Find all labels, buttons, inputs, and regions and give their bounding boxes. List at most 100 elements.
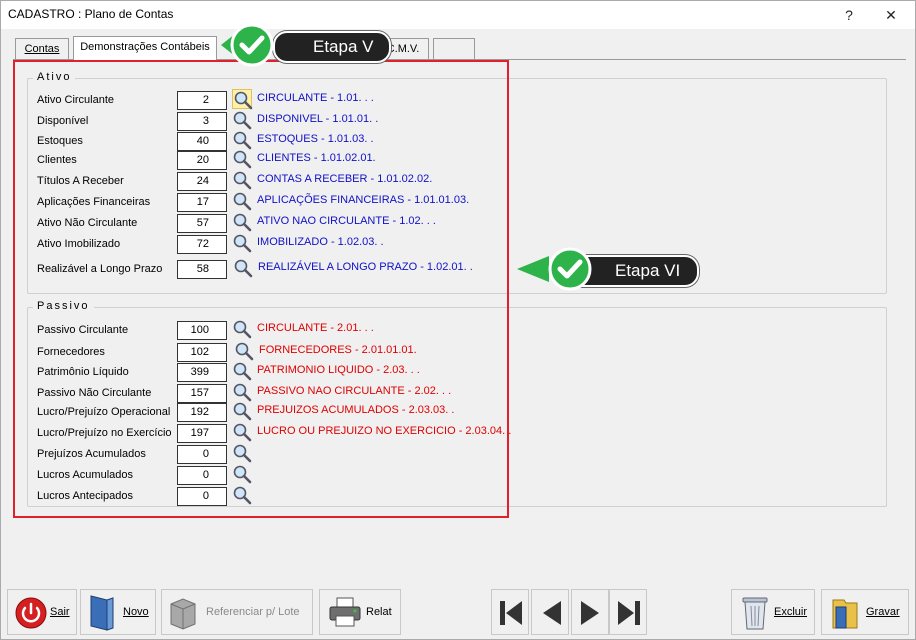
- passivo-account-description: FORNECEDORES - 2.01.01.01.: [259, 344, 417, 356]
- ativo-account-code-input[interactable]: 2: [177, 91, 227, 110]
- passivo-account-code-input[interactable]: 399: [177, 363, 227, 382]
- ativo-row-label: Ativo Imobilizado: [37, 238, 121, 250]
- tab-demonstracoes-contabeis[interactable]: Demonstrações Contábeis: [73, 36, 217, 60]
- ativo-row-label: Títulos A Receber: [37, 175, 124, 187]
- ativo-group-title: Ativo: [33, 71, 76, 83]
- ativo-account-description: APLICAÇÕES FINANCEIRAS - 1.01.01.03.: [257, 194, 470, 206]
- ativo-row-label: Realizável a Longo Prazo: [37, 263, 163, 275]
- passivo-row-label: Lucro/Prejuízo Operacional: [37, 406, 171, 418]
- skip-last-icon: [618, 601, 640, 625]
- help-button[interactable]: ?: [829, 3, 869, 27]
- passivo-account-code-input[interactable]: 157: [177, 384, 227, 403]
- passivo-account-description: CIRCULANTE - 2.01. . .: [257, 322, 374, 334]
- sair-label: Sair: [50, 606, 70, 618]
- passivo-account-code-input[interactable]: 0: [177, 445, 227, 464]
- gravar-button[interactable]: Gravar: [821, 589, 909, 635]
- check-badge-icon: [221, 23, 274, 67]
- search-icon[interactable]: [234, 341, 254, 361]
- ativo-account-description: CIRCULANTE - 1.01. . .: [257, 92, 374, 104]
- passivo-row-label: Passivo Não Circulante: [37, 387, 152, 399]
- ativo-account-description: CLIENTES - 1.01.02.01.: [257, 152, 376, 164]
- search-icon[interactable]: [232, 170, 252, 190]
- ativo-row-label: Ativo Circulante: [37, 94, 115, 106]
- excluir-label: Excluir: [774, 606, 808, 618]
- search-icon[interactable]: [232, 191, 252, 211]
- search-icon[interactable]: [232, 361, 252, 381]
- tab-cmv-label: C.M.V.: [386, 43, 420, 55]
- recycle-bin-icon: [742, 597, 768, 630]
- search-icon[interactable]: [232, 233, 252, 253]
- passivo-row-label: Lucro/Prejuízo no Exercício: [37, 427, 172, 439]
- skip-first-icon: [500, 601, 522, 625]
- search-icon[interactable]: [232, 382, 252, 402]
- search-icon[interactable]: [232, 443, 252, 463]
- first-record-button[interactable]: [491, 589, 529, 635]
- ativo-row-label: Disponível: [37, 115, 89, 127]
- passivo-account-code-input[interactable]: 100: [177, 321, 227, 340]
- search-icon[interactable]: [232, 485, 252, 505]
- search-icon[interactable]: [232, 422, 252, 442]
- relat-label: Relat: [366, 606, 392, 618]
- ativo-account-description: ATIVO NAO CIRCULANTE - 1.02. . .: [257, 215, 436, 227]
- ativo-account-description: DISPONIVEL - 1.01.01. .: [257, 113, 379, 125]
- search-icon[interactable]: [232, 319, 252, 339]
- passivo-row-label: Patrimônio Líquido: [37, 366, 129, 378]
- ativo-row-label: Clientes: [37, 154, 77, 166]
- gravar-label: Gravar: [866, 606, 900, 618]
- passivo-account-code-input[interactable]: 197: [177, 424, 227, 443]
- package-icon: [170, 598, 196, 630]
- search-icon[interactable]: [233, 258, 253, 278]
- excluir-button[interactable]: Excluir: [731, 589, 815, 635]
- sair-button[interactable]: Sair: [7, 589, 77, 635]
- ativo-account-code-input[interactable]: 17: [177, 193, 227, 212]
- passivo-row-label: Passivo Circulante: [37, 324, 129, 336]
- passivo-account-code-input[interactable]: 0: [177, 487, 227, 506]
- relat-button[interactable]: Relat: [319, 589, 401, 635]
- ativo-account-code-input[interactable]: 58: [177, 260, 227, 279]
- tab-contas[interactable]: Contas: [15, 38, 69, 60]
- printer-icon: [329, 597, 361, 627]
- previous-record-button[interactable]: [531, 589, 569, 635]
- ativo-account-code-input[interactable]: 57: [177, 214, 227, 233]
- ativo-account-code-input[interactable]: 20: [177, 151, 227, 170]
- search-icon[interactable]: [232, 149, 252, 169]
- etapa-vi-label: Etapa VI: [615, 261, 681, 280]
- ativo-account-code-input[interactable]: 24: [177, 172, 227, 191]
- passivo-row-label: Lucros Acumulados: [37, 469, 133, 481]
- search-icon[interactable]: [232, 464, 252, 484]
- passivo-account-code-input[interactable]: 0: [177, 466, 227, 485]
- passivo-account-code-input[interactable]: 102: [177, 343, 227, 362]
- novo-label: Novo: [123, 606, 149, 618]
- passivo-account-description: PREJUIZOS ACUMULADOS - 2.03.03. .: [257, 404, 455, 416]
- power-icon: [15, 597, 47, 629]
- passivo-account-description: LUCRO OU PREJUIZO NO EXERCICIO - 2.03.04…: [257, 425, 512, 437]
- tab-extra[interactable]: [433, 38, 475, 60]
- passivo-account-code-input[interactable]: 192: [177, 403, 227, 422]
- search-icon[interactable]: [232, 212, 252, 232]
- new-document-icon: [90, 595, 114, 631]
- ativo-row-label: Estoques: [37, 135, 83, 147]
- window-title: CADASTRO : Plano de Contas: [8, 7, 174, 21]
- check-badge-icon: [517, 247, 592, 291]
- ativo-account-code-input[interactable]: 40: [177, 132, 227, 151]
- referenciar-lote-button[interactable]: Referenciar p/ Lote: [161, 589, 313, 635]
- next-icon: [581, 601, 599, 625]
- tab-contas-label: Contas: [24, 43, 60, 55]
- search-icon[interactable]: [232, 89, 253, 110]
- search-icon[interactable]: [232, 401, 252, 421]
- ativo-account-code-input[interactable]: 3: [177, 112, 227, 131]
- ativo-account-code-input[interactable]: 72: [177, 235, 227, 254]
- passivo-account-description: PASSIVO NAO CIRCULANTE - 2.02. . .: [257, 385, 452, 397]
- ativo-account-description: CONTAS A RECEBER - 1.01.02.02.: [257, 173, 433, 185]
- title-bar: CADASTRO : Plano de Contas ? ✕: [1, 1, 915, 29]
- search-icon[interactable]: [232, 130, 252, 150]
- novo-button[interactable]: Novo: [80, 589, 156, 635]
- search-icon[interactable]: [232, 110, 252, 130]
- last-record-button[interactable]: [609, 589, 647, 635]
- plano-de-contas-window: CADASTRO : Plano de Contas ? ✕ Contas De…: [0, 0, 916, 640]
- close-button[interactable]: ✕: [871, 3, 911, 27]
- next-record-button[interactable]: [571, 589, 609, 635]
- ativo-row-label: Ativo Não Circulante: [37, 217, 138, 229]
- passivo-row-label: Lucros Antecipados: [37, 490, 134, 502]
- passivo-row-label: Fornecedores: [37, 346, 105, 358]
